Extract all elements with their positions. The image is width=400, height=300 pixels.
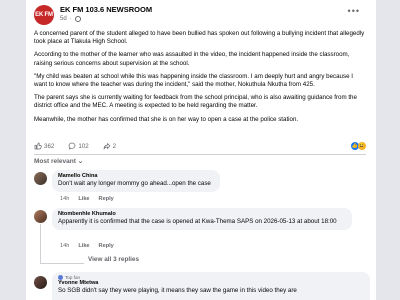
separator-dot: · <box>69 16 72 22</box>
comment-count-button[interactable]: 102 <box>68 142 89 150</box>
comment-icon <box>68 142 76 150</box>
post-paragraph: Meanwhile, the mother has confirmed that… <box>34 115 299 123</box>
comment-bubble: Mamello China Don't wait any longer momm… <box>52 170 220 192</box>
more-options-icon[interactable]: ••• <box>348 6 360 16</box>
page-name[interactable]: EK FM 103.6 NEWSROOM <box>60 5 152 14</box>
post-paragraph: According to the mother of the learner w… <box>34 51 350 67</box>
thumbs-up-icon <box>34 142 42 150</box>
avatar[interactable] <box>34 276 47 289</box>
post-paragraph: "My child was beaten at school while thi… <box>34 72 353 89</box>
sort-label: Most relevant <box>34 158 76 165</box>
comment-text: So SGB didn't say they were playing, it … <box>58 287 297 294</box>
comment-time[interactable]: 14h <box>60 196 69 202</box>
thread-line <box>40 224 41 264</box>
post-body: A concerned parent of the student allege… <box>34 30 366 129</box>
reactions-row: 362 102 2 👍 😆 <box>34 140 366 152</box>
comment-actions: 14h Like Reply <box>60 243 114 249</box>
share-icon <box>103 143 111 150</box>
thread-line <box>40 263 84 264</box>
like-button[interactable]: Like <box>78 196 89 202</box>
like-button[interactable]: Like <box>78 243 89 249</box>
comment-bubble: Ntombenhle Khumalo Apparently it is conf… <box>52 208 352 230</box>
haha-reaction-icon: 😆 <box>358 142 366 150</box>
comment-bubble: Top fan Yvonne Mtetwa So SGB didn't say … <box>52 272 370 300</box>
avatar[interactable] <box>34 172 47 185</box>
comment-text: Apparently it is confirmed that the case… <box>58 218 337 225</box>
comment-sort-dropdown[interactable]: Most relevant ⌄ <box>34 157 83 165</box>
comment-actions: 14h Like Reply <box>60 196 114 202</box>
divider <box>34 154 366 155</box>
share-count: 2 <box>112 142 117 150</box>
commenter-name[interactable]: Mamello China <box>58 173 214 179</box>
view-replies-link[interactable]: View all 3 replies <box>88 256 139 263</box>
post-header: EK FM EK FM 103.6 NEWSROOM 5d · ••• <box>34 4 364 26</box>
share-count-button[interactable]: 2 <box>103 142 116 150</box>
post-meta: 5d · <box>60 16 81 22</box>
reaction-summary[interactable]: 👍 😆 <box>351 142 366 150</box>
post-paragraph: The parent says she is currently waiting… <box>34 94 357 110</box>
comment-text: Don't wait any longer mommy go ahead...o… <box>58 180 211 187</box>
like-count-button[interactable]: 362 <box>34 142 54 150</box>
post-card: EK FM EK FM 103.6 NEWSROOM 5d · ••• A co… <box>26 0 376 300</box>
commenter-name[interactable]: Yvonne Mtetwa <box>58 280 364 286</box>
reply-button[interactable]: Reply <box>99 196 114 202</box>
comment-count: 102 <box>78 142 89 150</box>
reply-button[interactable]: Reply <box>99 243 114 249</box>
commenter-name[interactable]: Ntombenhle Khumalo <box>58 211 346 217</box>
post-time[interactable]: 5d <box>60 16 67 22</box>
avatar[interactable] <box>34 210 47 223</box>
chevron-down-icon: ⌄ <box>77 158 84 165</box>
post-paragraph: A concerned parent of the student allege… <box>34 30 365 46</box>
comment-time[interactable]: 14h <box>60 243 69 249</box>
page-avatar[interactable]: EK FM <box>34 5 54 25</box>
globe-icon <box>74 16 81 22</box>
like-count: 362 <box>44 142 55 150</box>
